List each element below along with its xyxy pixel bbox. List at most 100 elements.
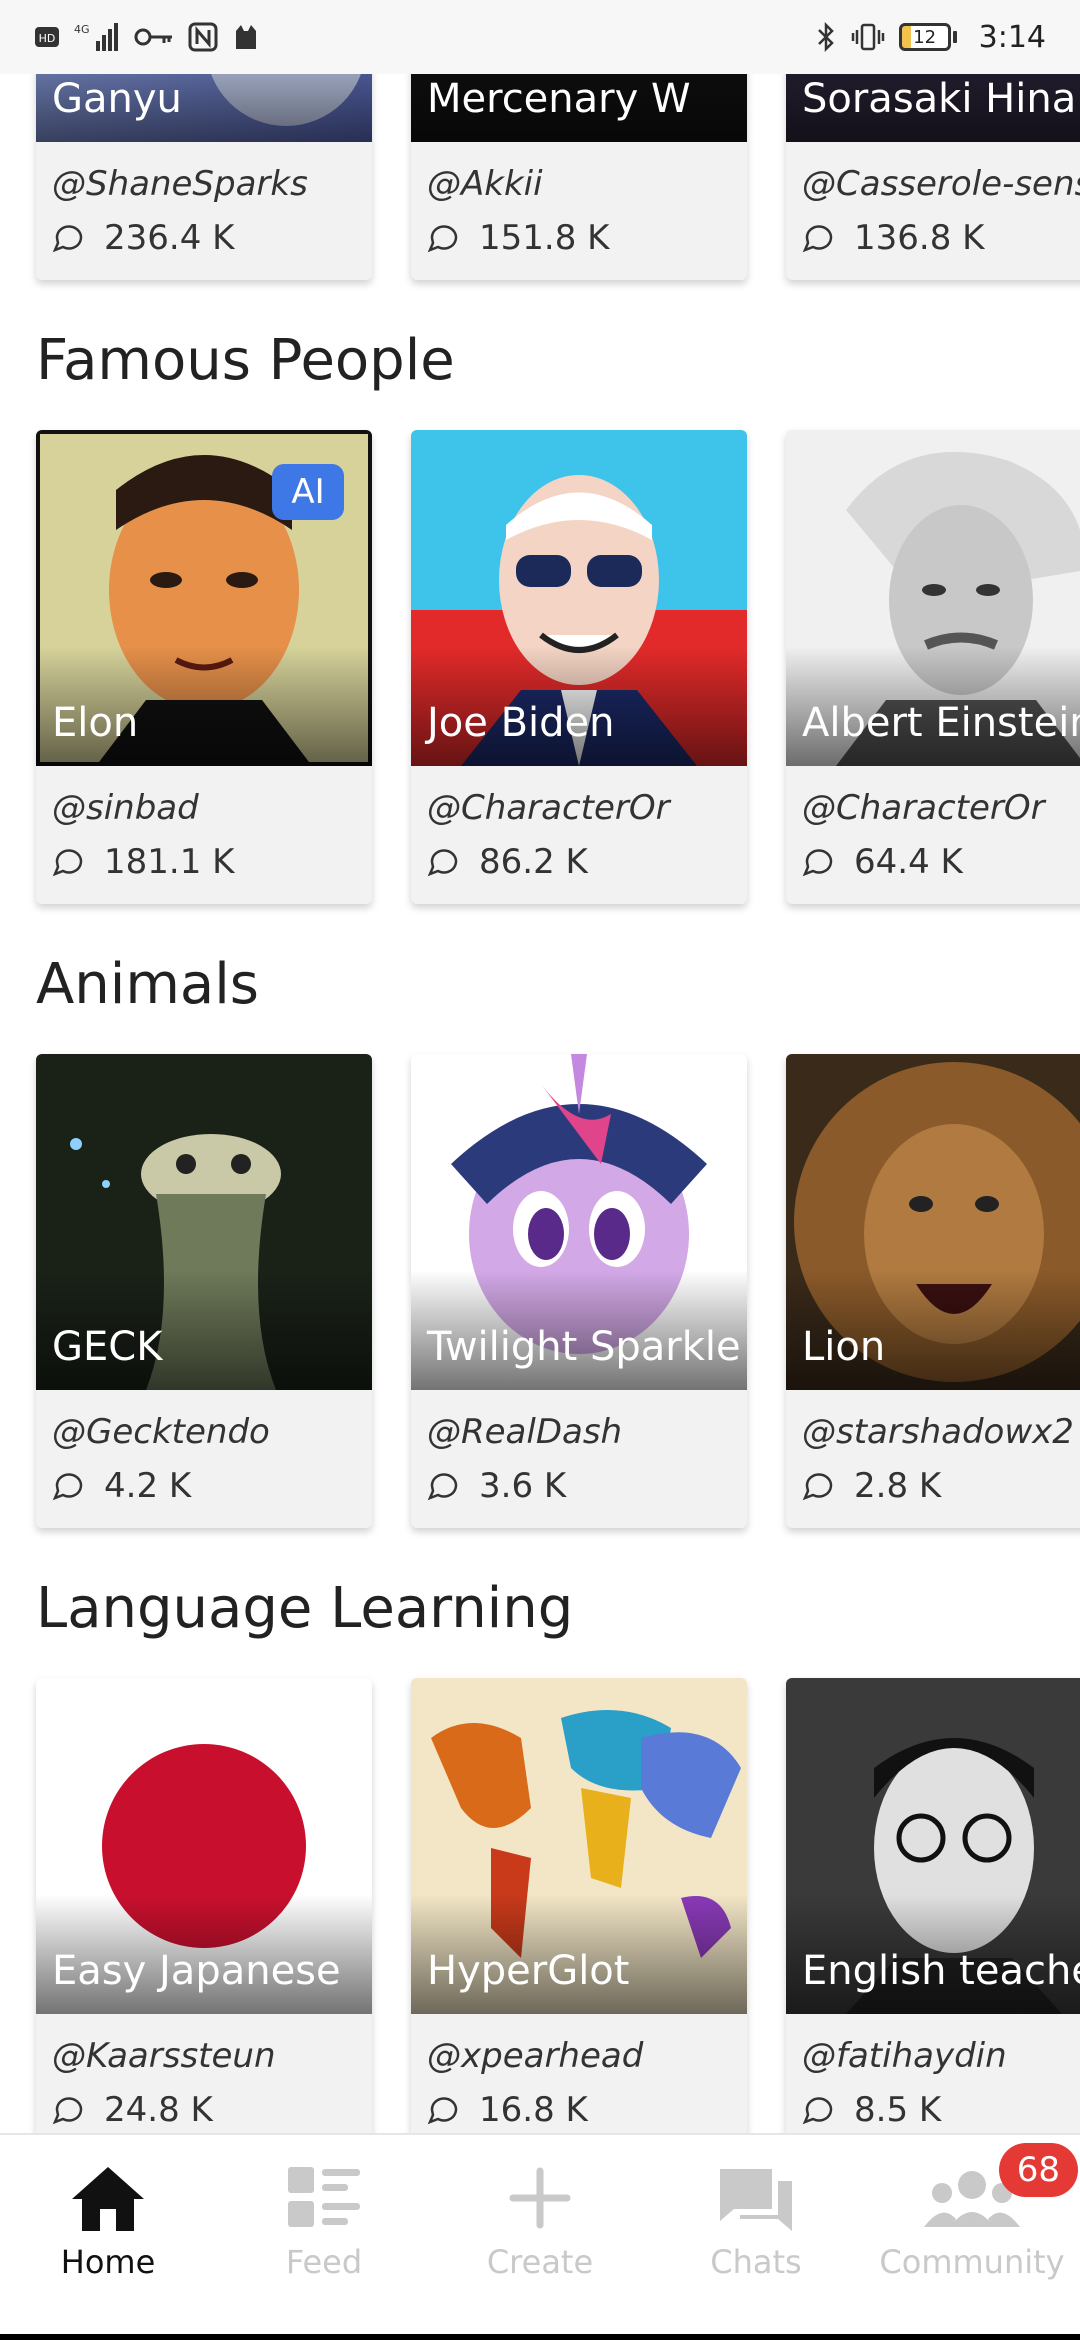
clock: 3:14: [978, 19, 1046, 55]
character-card-hyperglot[interactable]: HyperGlot @xpearhead 16.8 K: [411, 1678, 747, 2135]
chat-count-value: 86.2 K: [479, 842, 588, 882]
character-name: Lion: [802, 1324, 886, 1370]
chat-count: 24.8 K: [52, 2090, 213, 2130]
character-card-english-teacher[interactable]: English teache @fatihaydin 8.5 K: [786, 1678, 1080, 2135]
home-indicator: [0, 2334, 1080, 2340]
creator-handle: @CharacterOr: [427, 788, 670, 828]
chat-bubble-icon: [427, 1473, 458, 1501]
notification-badge: 68: [998, 2143, 1078, 2197]
nav-create[interactable]: Create: [440, 2135, 640, 2281]
chat-count-value: 24.8 K: [104, 2090, 213, 2130]
nav-label: Feed: [285, 2243, 363, 2281]
chat-count-value: 4.2 K: [104, 1466, 192, 1506]
chat-count: 181.1 K: [52, 842, 234, 882]
section-title: Language Learning: [36, 1576, 574, 1641]
status-bar: HD 4G 12 3:14: [0, 0, 1080, 74]
character-card-twilight[interactable]: Twilight Sparkle @RealDash 3.6 K: [411, 1054, 747, 1528]
creator-handle: @CharacterOr: [802, 788, 1045, 828]
nfc-icon: [188, 22, 218, 52]
character-name: Ganyu: [52, 76, 182, 122]
character-card-geck[interactable]: GECK @Gecktendo 4.2 K: [36, 1054, 372, 1528]
character-card-lion[interactable]: Lion @starshadowx2 2.8 K: [786, 1054, 1080, 1528]
chat-count-value: 151.8 K: [479, 218, 610, 258]
chat-count: 151.8 K: [427, 218, 609, 258]
creator-handle: @xpearhead: [427, 2036, 644, 2076]
character-image: Joe Biden: [411, 430, 747, 766]
creator-handle: @RealDash: [427, 1412, 623, 1452]
chat-count: 8.5 K: [802, 2090, 941, 2130]
home-feed[interactable]: Ganyu @ShaneSparks 236.4 K Mercenary W @…: [0, 0, 1080, 2135]
character-card-easy-japanese[interactable]: Easy Japanese @Kaarssteun 24.8 K: [36, 1678, 372, 2135]
chat-bubble-icon: [802, 225, 833, 253]
signal-icon: 4G: [74, 23, 118, 51]
character-name: English teache: [802, 1948, 1080, 1994]
bottom-navigation: Home Feed Create Chats Community 68: [0, 2133, 1080, 2340]
character-name: Twilight Sparkle: [427, 1324, 741, 1370]
svg-text:HD: HD: [39, 32, 56, 45]
chat-count: 86.2 K: [427, 842, 588, 882]
character-image: HyperGlot: [411, 1678, 747, 2014]
nav-label: Home: [60, 2243, 156, 2281]
character-card-biden[interactable]: Joe Biden @CharacterOr 86.2 K: [411, 430, 747, 904]
chat-bubble-icon: [52, 225, 83, 253]
character-name: Easy Japanese: [52, 1948, 341, 1994]
chat-bubble-icon: [802, 1473, 833, 1501]
character-name: Mercenary W: [427, 76, 691, 122]
chat-bubble-icon: [427, 2097, 458, 2125]
section-title: Famous People: [36, 328, 455, 393]
character-image: Albert Einstein: [786, 430, 1080, 766]
chat-count-value: 3.6 K: [479, 1466, 567, 1506]
status-left: HD 4G: [34, 21, 260, 53]
chat-bubble-icon: [52, 2097, 83, 2125]
chat-bubble-icon: [802, 2097, 833, 2125]
creator-handle: @starshadowx2: [802, 1412, 1074, 1452]
cat-icon: [236, 25, 256, 49]
creator-handle: @ShaneSparks: [52, 164, 308, 204]
chat-bubble-icon: [802, 849, 833, 877]
character-name: Sorasaki Hina: [802, 76, 1077, 122]
nav-label: Chats: [710, 2243, 802, 2281]
chat-count: 136.8 K: [802, 218, 984, 258]
creator-handle: @Kaarssteun: [52, 2036, 276, 2076]
key-icon: [134, 28, 172, 46]
character-card-elon[interactable]: AI Elon @sinbad 181.1 K: [36, 430, 372, 904]
chat-bubble-icon: [427, 225, 458, 253]
chat-bubble-icon: [427, 849, 458, 877]
nav-chats[interactable]: Chats: [656, 2135, 856, 2281]
battery-cap: [952, 31, 957, 43]
chat-count-value: 236.4 K: [104, 218, 235, 258]
chat-count: 2.8 K: [802, 1466, 941, 1506]
ai-badge: AI: [272, 464, 344, 520]
nav-label: Create: [486, 2243, 594, 2281]
status-right: 12 3:14: [815, 20, 1046, 55]
chat-count: 4.2 K: [52, 1466, 191, 1506]
battery-level: 12: [898, 23, 951, 51]
nav-label: Community: [879, 2243, 1065, 2281]
chat-count-value: 2.8 K: [854, 1466, 942, 1506]
chat-count-value: 64.4 K: [854, 842, 963, 882]
chat-count-value: 16.8 K: [479, 2090, 588, 2130]
chat-count: 64.4 K: [802, 842, 963, 882]
chat-count-value: 8.5 K: [854, 2090, 942, 2130]
creator-handle: @fatihaydin: [802, 2036, 1007, 2076]
character-image: Easy Japanese: [36, 1678, 372, 2014]
hd-icon: HD: [35, 27, 59, 47]
character-card-einstein[interactable]: Albert Einstein @CharacterOr 64.4 K: [786, 430, 1080, 904]
nav-feed[interactable]: Feed: [224, 2135, 424, 2281]
chat-count: 236.4 K: [52, 218, 234, 258]
character-name: HyperGlot: [427, 1948, 630, 1994]
chat-count: 3.6 K: [427, 1466, 566, 1506]
chat-count: 16.8 K: [427, 2090, 588, 2130]
character-image: Twilight Sparkle: [411, 1054, 747, 1390]
chat-bubble-icon: [52, 849, 83, 877]
nav-community[interactable]: Community 68: [872, 2135, 1078, 2281]
creator-handle: @Akkii: [427, 164, 543, 204]
creator-handle: @sinbad: [52, 788, 199, 828]
section-title: Animals: [36, 952, 259, 1017]
chat-count-value: 181.1 K: [104, 842, 235, 882]
character-name: Elon: [52, 700, 139, 746]
feed-icon: [288, 2167, 360, 2227]
nav-home[interactable]: Home: [8, 2135, 208, 2281]
character-name: GECK: [52, 1324, 163, 1370]
character-image: GECK: [36, 1054, 372, 1390]
